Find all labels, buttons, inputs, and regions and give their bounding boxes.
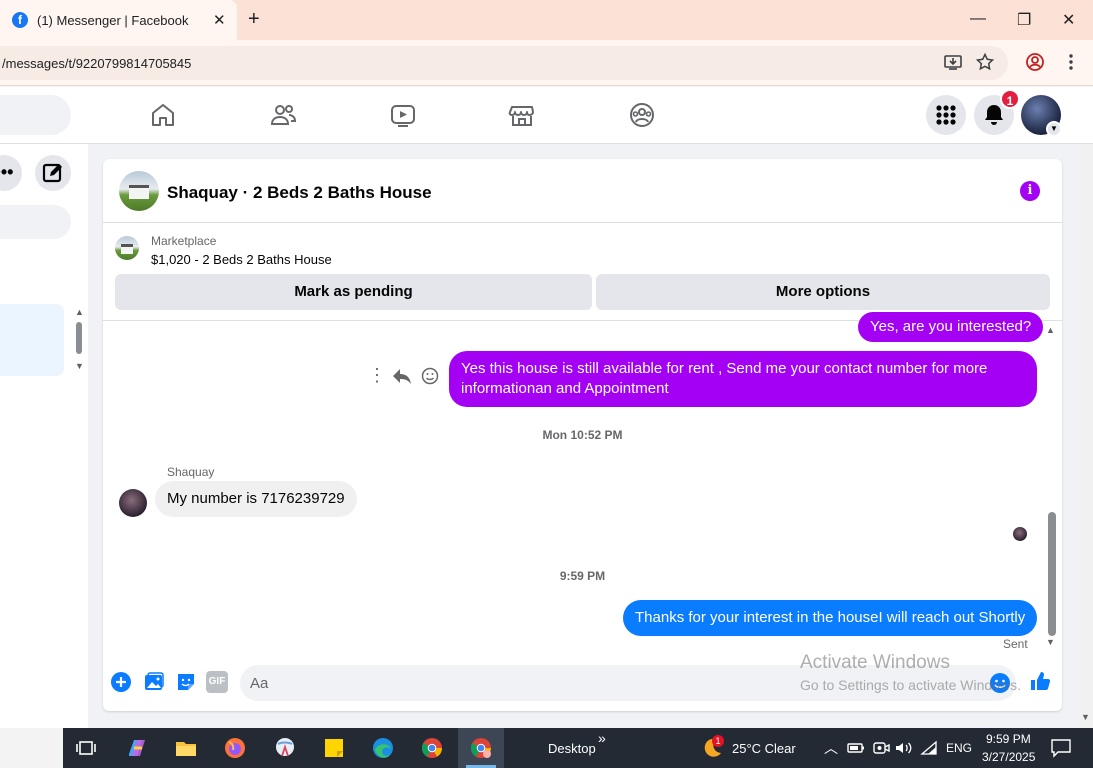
- wifi-icon[interactable]: [919, 738, 939, 758]
- notification-badge: 1: [1000, 89, 1020, 109]
- more-actions-icon[interactable]: ⋮: [368, 365, 386, 386]
- thumbs-up-icon[interactable]: [1029, 670, 1051, 692]
- tab-close-icon[interactable]: ✕: [213, 11, 226, 29]
- conversation-panel: Shaquay · 2 Beds 2 Baths House i Marketp…: [103, 159, 1062, 711]
- chat-scroll-down-icon[interactable]: ▼: [1046, 637, 1055, 647]
- volume-icon[interactable]: [893, 738, 913, 758]
- compose-icon: [42, 163, 62, 183]
- sent-status: Sent: [1003, 637, 1028, 651]
- clock-date[interactable]: 3/27/2025: [982, 750, 1035, 764]
- page-scroll-down-icon[interactable]: ▼: [1081, 712, 1090, 722]
- tab-title: (1) Messenger | Facebook: [37, 13, 189, 28]
- message-timestamp: Mon 10:52 PM: [542, 428, 623, 442]
- chevron-down-icon[interactable]: ▼: [1046, 121, 1062, 137]
- add-attachment-icon[interactable]: [110, 671, 132, 693]
- message-timestamp: 9:59 PM: [559, 569, 606, 583]
- new-tab-icon[interactable]: +: [248, 8, 260, 31]
- url-text[interactable]: /messages/t/9220799814705845: [2, 56, 191, 71]
- gif-icon[interactable]: GIF: [206, 671, 228, 693]
- groups-icon[interactable]: [628, 101, 656, 129]
- marketplace-listing-thumbnail[interactable]: [115, 236, 139, 260]
- selected-conversation[interactable]: [0, 304, 64, 376]
- browser-tab-messenger[interactable]: f (1) Messenger | Facebook ✕: [0, 0, 237, 40]
- search-messenger-input[interactable]: [0, 205, 71, 239]
- chrome-profile-icon[interactable]: [469, 736, 493, 760]
- edge-icon[interactable]: [371, 736, 395, 760]
- task-view-icon[interactable]: [75, 736, 99, 760]
- page-scrollbar[interactable]: [1078, 144, 1093, 728]
- activate-windows-hint: Go to Settings to activate Windows.: [800, 677, 1021, 693]
- firefox-icon[interactable]: [223, 736, 247, 760]
- activate-windows-watermark: Activate Windows: [800, 652, 950, 673]
- omnibox[interactable]: /messages/t/9220799814705845: [0, 46, 1008, 80]
- battery-icon[interactable]: [846, 738, 866, 758]
- sidebar-scroll-down-icon[interactable]: ▼: [75, 361, 84, 371]
- conversation-header: Shaquay · 2 Beds 2 Baths House i: [103, 159, 1062, 223]
- video-icon[interactable]: [389, 101, 417, 129]
- desktop-toolbar-label[interactable]: Desktop: [548, 741, 596, 756]
- profile-icon[interactable]: [1025, 52, 1045, 72]
- message-bubble-received[interactable]: My number is 7176239729: [155, 481, 357, 517]
- listing-price[interactable]: $1,020 - 2 Beds 2 Baths House: [151, 252, 332, 267]
- sender-avatar[interactable]: [119, 489, 147, 517]
- chrome-icon[interactable]: [420, 736, 444, 760]
- start-area[interactable]: [0, 728, 63, 768]
- more-options-button[interactable]: More options: [596, 274, 1050, 310]
- sidebar-scrollbar-thumb[interactable]: [76, 322, 82, 354]
- marketplace-icon[interactable]: [508, 101, 536, 129]
- toolbar-chevron-icon[interactable]: »: [598, 730, 606, 746]
- apps-grid-icon: [936, 105, 956, 125]
- message-bubble-sent[interactable]: Yes, are you interested?: [858, 312, 1044, 342]
- new-message-button[interactable]: [35, 155, 71, 191]
- message-bubble-sent[interactable]: Thanks for your interest in the houseI w…: [623, 600, 1038, 636]
- language-indicator[interactable]: ENG: [946, 741, 972, 755]
- mark-as-pending-button[interactable]: Mark as pending: [115, 274, 592, 310]
- facebook-favicon-icon: f: [12, 12, 28, 28]
- bookmark-star-icon[interactable]: [975, 52, 995, 72]
- chat-scrollbar-thumb[interactable]: [1048, 512, 1056, 636]
- listing-thumbnail[interactable]: [119, 171, 159, 211]
- chats-sidebar: ••• ▲ ▼: [0, 144, 88, 728]
- windows-taskbar: Desktop » 1 25°C Clear ︿ ENG 9:59 PM 3/2…: [0, 728, 1093, 768]
- sticker-icon[interactable]: [175, 671, 197, 693]
- react-emoji-icon[interactable]: [421, 367, 439, 385]
- address-bar-row: /messages/t/9220799814705845: [0, 40, 1093, 86]
- friends-icon[interactable]: [269, 101, 297, 129]
- camera-privacy-icon[interactable]: [871, 738, 891, 758]
- reply-icon[interactable]: [392, 367, 412, 385]
- facebook-search[interactable]: [0, 95, 71, 135]
- file-explorer-icon[interactable]: [174, 736, 198, 760]
- chat-scroll-up-icon[interactable]: ▲: [1046, 325, 1055, 335]
- chrome-menu-icon[interactable]: [1061, 52, 1081, 72]
- notification-center-icon[interactable]: [1050, 738, 1072, 758]
- copilot-icon[interactable]: [125, 736, 149, 760]
- show-hidden-icons-icon[interactable]: ︿: [824, 738, 838, 758]
- close-window-icon[interactable]: ✕: [1062, 10, 1075, 30]
- info-icon[interactable]: i: [1020, 181, 1040, 201]
- conversation-title[interactable]: Shaquay · 2 Beds 2 Baths House: [167, 183, 432, 203]
- install-app-icon[interactable]: [943, 52, 963, 72]
- minimize-icon[interactable]: —: [970, 10, 986, 28]
- more-options-icon[interactable]: •••: [0, 155, 22, 191]
- sticky-notes-icon[interactable]: [322, 736, 346, 760]
- sidebar-scroll-up-icon[interactable]: ▲: [75, 307, 84, 317]
- weather-text[interactable]: 25°C Clear: [732, 741, 796, 756]
- home-icon[interactable]: [149, 101, 177, 129]
- weather-alert-badge: 1: [712, 735, 724, 747]
- photo-icon[interactable]: [143, 671, 165, 693]
- browser-titlebar: f (1) Messenger | Facebook ✕ + — ❐ ✕: [0, 0, 1093, 40]
- seen-by-avatar: [1013, 527, 1027, 541]
- menu-button[interactable]: [926, 95, 966, 135]
- facebook-topbar: [0, 87, 1093, 144]
- marketplace-label: Marketplace: [151, 234, 217, 248]
- clock-time[interactable]: 9:59 PM: [986, 732, 1031, 746]
- message-bubble-sent[interactable]: Yes this house is still available for re…: [449, 351, 1037, 407]
- sender-name: Shaquay: [167, 465, 215, 479]
- snipping-tool-icon[interactable]: [273, 736, 297, 760]
- restore-icon[interactable]: ❐: [1017, 10, 1031, 30]
